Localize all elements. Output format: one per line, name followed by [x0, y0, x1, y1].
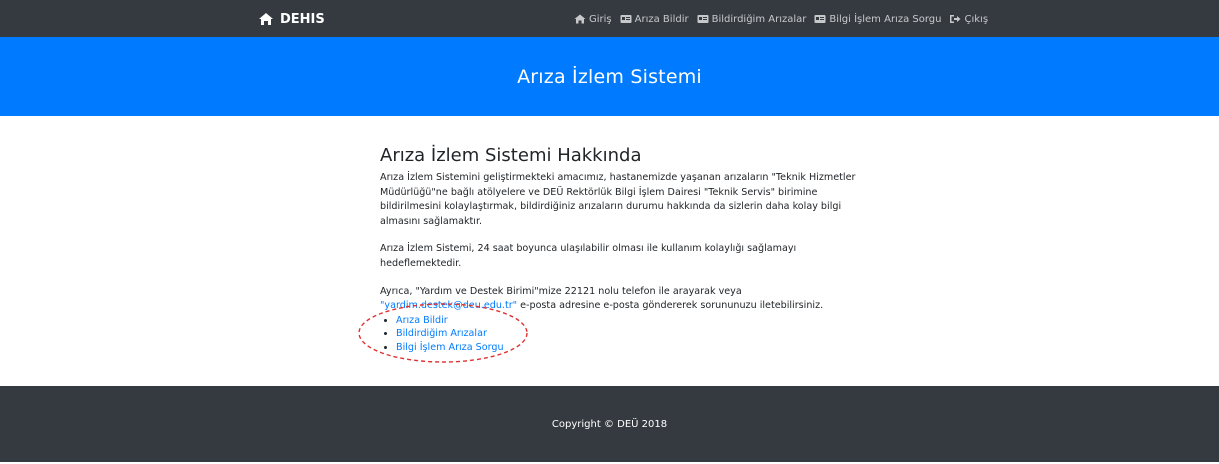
- intro-paragraph: Arıza İzlem Sistemini geliştirmekteki am…: [380, 172, 856, 227]
- link-bildirdigim-arizalar[interactable]: Bildirdiğim Arızalar: [396, 328, 487, 339]
- id-card-icon: [814, 15, 826, 23]
- id-card-icon: [620, 15, 632, 23]
- id-card-icon: [697, 15, 709, 23]
- contact-paragraph: Ayrıca, "Yardım ve Destek Birimi"mize 22…: [380, 285, 860, 314]
- link-bilgi-islem-ariza-sorgu[interactable]: Bilgi İşlem Arıza Sorgu: [396, 342, 504, 353]
- nav-item-label: Arıza Bildir: [634, 13, 689, 25]
- nav-menu: Giriş Arıza Bildir Bildirdiğim Arızalar: [574, 11, 988, 27]
- main-content: Arıza İzlem Sistemi Hakkında Arıza İzlem…: [380, 145, 860, 354]
- home-icon: [574, 14, 586, 24]
- availability-paragraph: Arıza İzlem Sistemi, 24 saat boyunca ula…: [380, 243, 797, 269]
- list-item: Bildirdiğim Arızalar: [396, 327, 860, 341]
- nav-item-cikis[interactable]: Çıkış: [949, 14, 988, 25]
- navbar: DEHIS Giriş Arıza Bildir Bildirdiğim Arı…: [0, 0, 1219, 37]
- page-title: Arıza İzlem Sistemi: [517, 65, 702, 88]
- nav-item-ariza-bildir[interactable]: Arıza Bildir: [620, 14, 689, 25]
- quick-links-list: Arıza Bildir Bildirdiğim Arızalar Bilgi …: [380, 314, 860, 355]
- support-email-link[interactable]: "yardim.destek@deu.edu.tr": [380, 300, 517, 311]
- brand-label: DEHIS: [280, 11, 325, 27]
- footer: Copyright © DEÜ 2018: [0, 386, 1219, 462]
- nav-item-label: Bildirdiğim Arızalar: [711, 13, 807, 25]
- link-ariza-bildir[interactable]: Arıza Bildir: [396, 315, 448, 326]
- contact-text-before: Ayrıca, "Yardım ve Destek Birimi"mize 22…: [380, 285, 742, 297]
- nav-item-label: Giriş: [589, 13, 612, 25]
- contact-text-after: e-posta adresine e-posta göndererek soru…: [517, 300, 824, 312]
- brand-link[interactable]: DEHIS: [258, 9, 325, 29]
- nav-item-label: Bilgi İşlem Arıza Sorgu: [829, 13, 942, 25]
- copyright-text: Copyright © DEÜ 2018: [551, 418, 668, 430]
- hero-banner: Arıza İzlem Sistemi: [0, 37, 1219, 116]
- list-item: Bilgi İşlem Arıza Sorgu: [396, 341, 860, 355]
- nav-item-bilgi-islem-ariza-sorgu[interactable]: Bilgi İşlem Arıza Sorgu: [814, 14, 941, 25]
- nav-item-label: Çıkış: [964, 13, 989, 25]
- section-heading: Arıza İzlem Sistemi Hakkında: [380, 145, 642, 166]
- nav-item-bildirdigim-arizalar[interactable]: Bildirdiğim Arızalar: [697, 13, 807, 25]
- sign-out-icon: [950, 15, 961, 23]
- home-icon: [259, 13, 273, 25]
- list-item: Arıza Bildir: [396, 314, 860, 328]
- nav-item-giris[interactable]: Giriş: [574, 14, 612, 25]
